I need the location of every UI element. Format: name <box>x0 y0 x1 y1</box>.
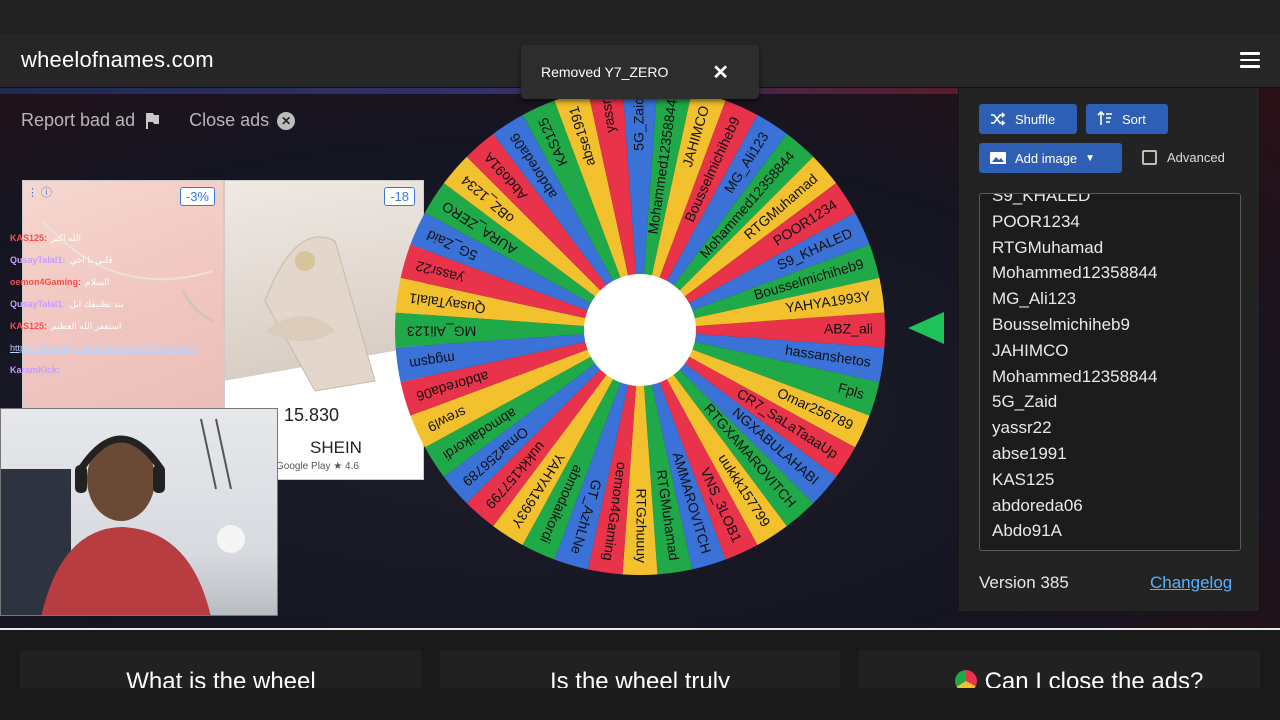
entry-line: 5G_Zaid <box>992 392 1058 412</box>
entry-line: POOR1234 <box>992 211 1080 231</box>
site-logo[interactable]: wheelofnames.com <box>21 47 214 73</box>
wheel-segment-label: 5G_Zaid <box>631 97 647 151</box>
decorative-stripe <box>0 88 960 94</box>
webcam-overlay <box>0 408 278 616</box>
add-image-button[interactable]: Add image ▼ <box>979 143 1122 173</box>
ad-controls: Report bad ad Close ads ✕ <box>21 110 296 131</box>
chat-message: KAS125: الله اكبر <box>10 233 82 243</box>
close-circle-icon: ✕ <box>277 111 296 130</box>
store-label: Google Play ★ 4.6 <box>276 461 359 472</box>
shuffle-button[interactable]: Shuffle <box>979 104 1077 134</box>
entries-textarea[interactable]: S9_KHALED POOR1234 RTGMuhamad Mohammed12358… <box>979 193 1241 551</box>
flag-icon <box>146 112 160 129</box>
toast-message: Removed Y7_ZERO <box>541 64 669 80</box>
entry-line: RTGMuhamad <box>992 237 1104 257</box>
wheel-segment-label: MG_Ali123 <box>407 323 476 339</box>
advanced-checkbox[interactable] <box>1142 150 1157 165</box>
add-image-label: Add image <box>1015 150 1078 166</box>
changelog-link[interactable]: Changelog <box>1150 573 1232 593</box>
entry-line: abse1991 <box>992 444 1067 463</box>
wheel-segment-label: RTGzhuuuy <box>633 489 649 563</box>
brand-name: SHEIN <box>310 438 362 457</box>
entry-line: Mohammed12358844 <box>992 366 1158 386</box>
entry-line: KAS125 <box>992 469 1055 489</box>
entry-line: JAHIMCO <box>992 340 1069 360</box>
sort-button[interactable]: Sort <box>1086 104 1168 134</box>
notification-toast: Removed Y7_ZERO ✕ <box>521 45 759 99</box>
sort-icon <box>1097 110 1112 125</box>
entry-line: abdoreda06 <box>992 495 1083 515</box>
report-bad-ad-label: Report bad ad <box>21 110 136 130</box>
chat-message: KAS125: استغفر الله العظيم <box>10 321 122 331</box>
close-ads-button[interactable]: Close ads ✕ <box>189 110 296 131</box>
entry-line: MG_Ali123 <box>992 289 1077 309</box>
entry-line: Mohammed12358844 <box>992 263 1158 283</box>
stream-chat-overlay: KAS125: الله اكبر QusayTalal1: قلبي يا اخي… <box>10 232 230 386</box>
shuffle-icon <box>991 112 1006 126</box>
wheel-pointer-arrow <box>908 312 944 344</box>
wheel-segment-label: ABZ_ali <box>824 321 873 337</box>
close-ads-label: Close ads <box>189 110 270 130</box>
entry-line: yassr22 <box>992 418 1052 438</box>
report-bad-ad-button[interactable]: Report bad ad <box>21 110 161 131</box>
chat-link: https://whatsapp.com/channel/0029Vb5aBa1… <box>10 343 195 353</box>
wheel-svg[interactable]: ABZ_alihassanshetosFplsOmar256789CR7_SaL… <box>365 85 915 585</box>
chat-message: QusayTalal1: بند تطبيقك ابل <box>10 299 124 309</box>
chat-message: oemon4Gaming: السلام <box>10 277 110 287</box>
streamer-video <box>1 418 245 615</box>
wheel-of-names[interactable]: ABZ_ali hassanshetos Fpls Omar256789 CR7_SaL… <box>365 85 915 585</box>
browser-top-strip <box>0 0 1280 34</box>
wheel-center[interactable] <box>584 274 696 386</box>
chevron-down-icon: ▼ <box>1085 152 1096 164</box>
image-icon <box>990 152 1006 164</box>
hamburger-menu-icon[interactable] <box>1240 52 1260 68</box>
entry-line: Abdo91A <box>992 521 1062 541</box>
version-label: Version 385 <box>979 573 1069 592</box>
sort-label: Sort <box>1122 111 1146 127</box>
advanced-label: Advanced <box>1167 150 1225 165</box>
bottom-crop-bar <box>0 688 1280 720</box>
entry-line: S9_KHALED <box>992 193 1091 205</box>
close-icon[interactable]: ✕ <box>712 60 729 85</box>
entry-line: Bousselmichiheb9 <box>992 315 1130 334</box>
chat-message: QusayTalal1: قلبي يا اخي <box>10 255 113 265</box>
chat-message: KaramKick: <box>10 365 61 375</box>
advanced-toggle[interactable]: Advanced <box>1142 150 1225 165</box>
shuffle-label: Shuffle <box>1015 111 1056 127</box>
